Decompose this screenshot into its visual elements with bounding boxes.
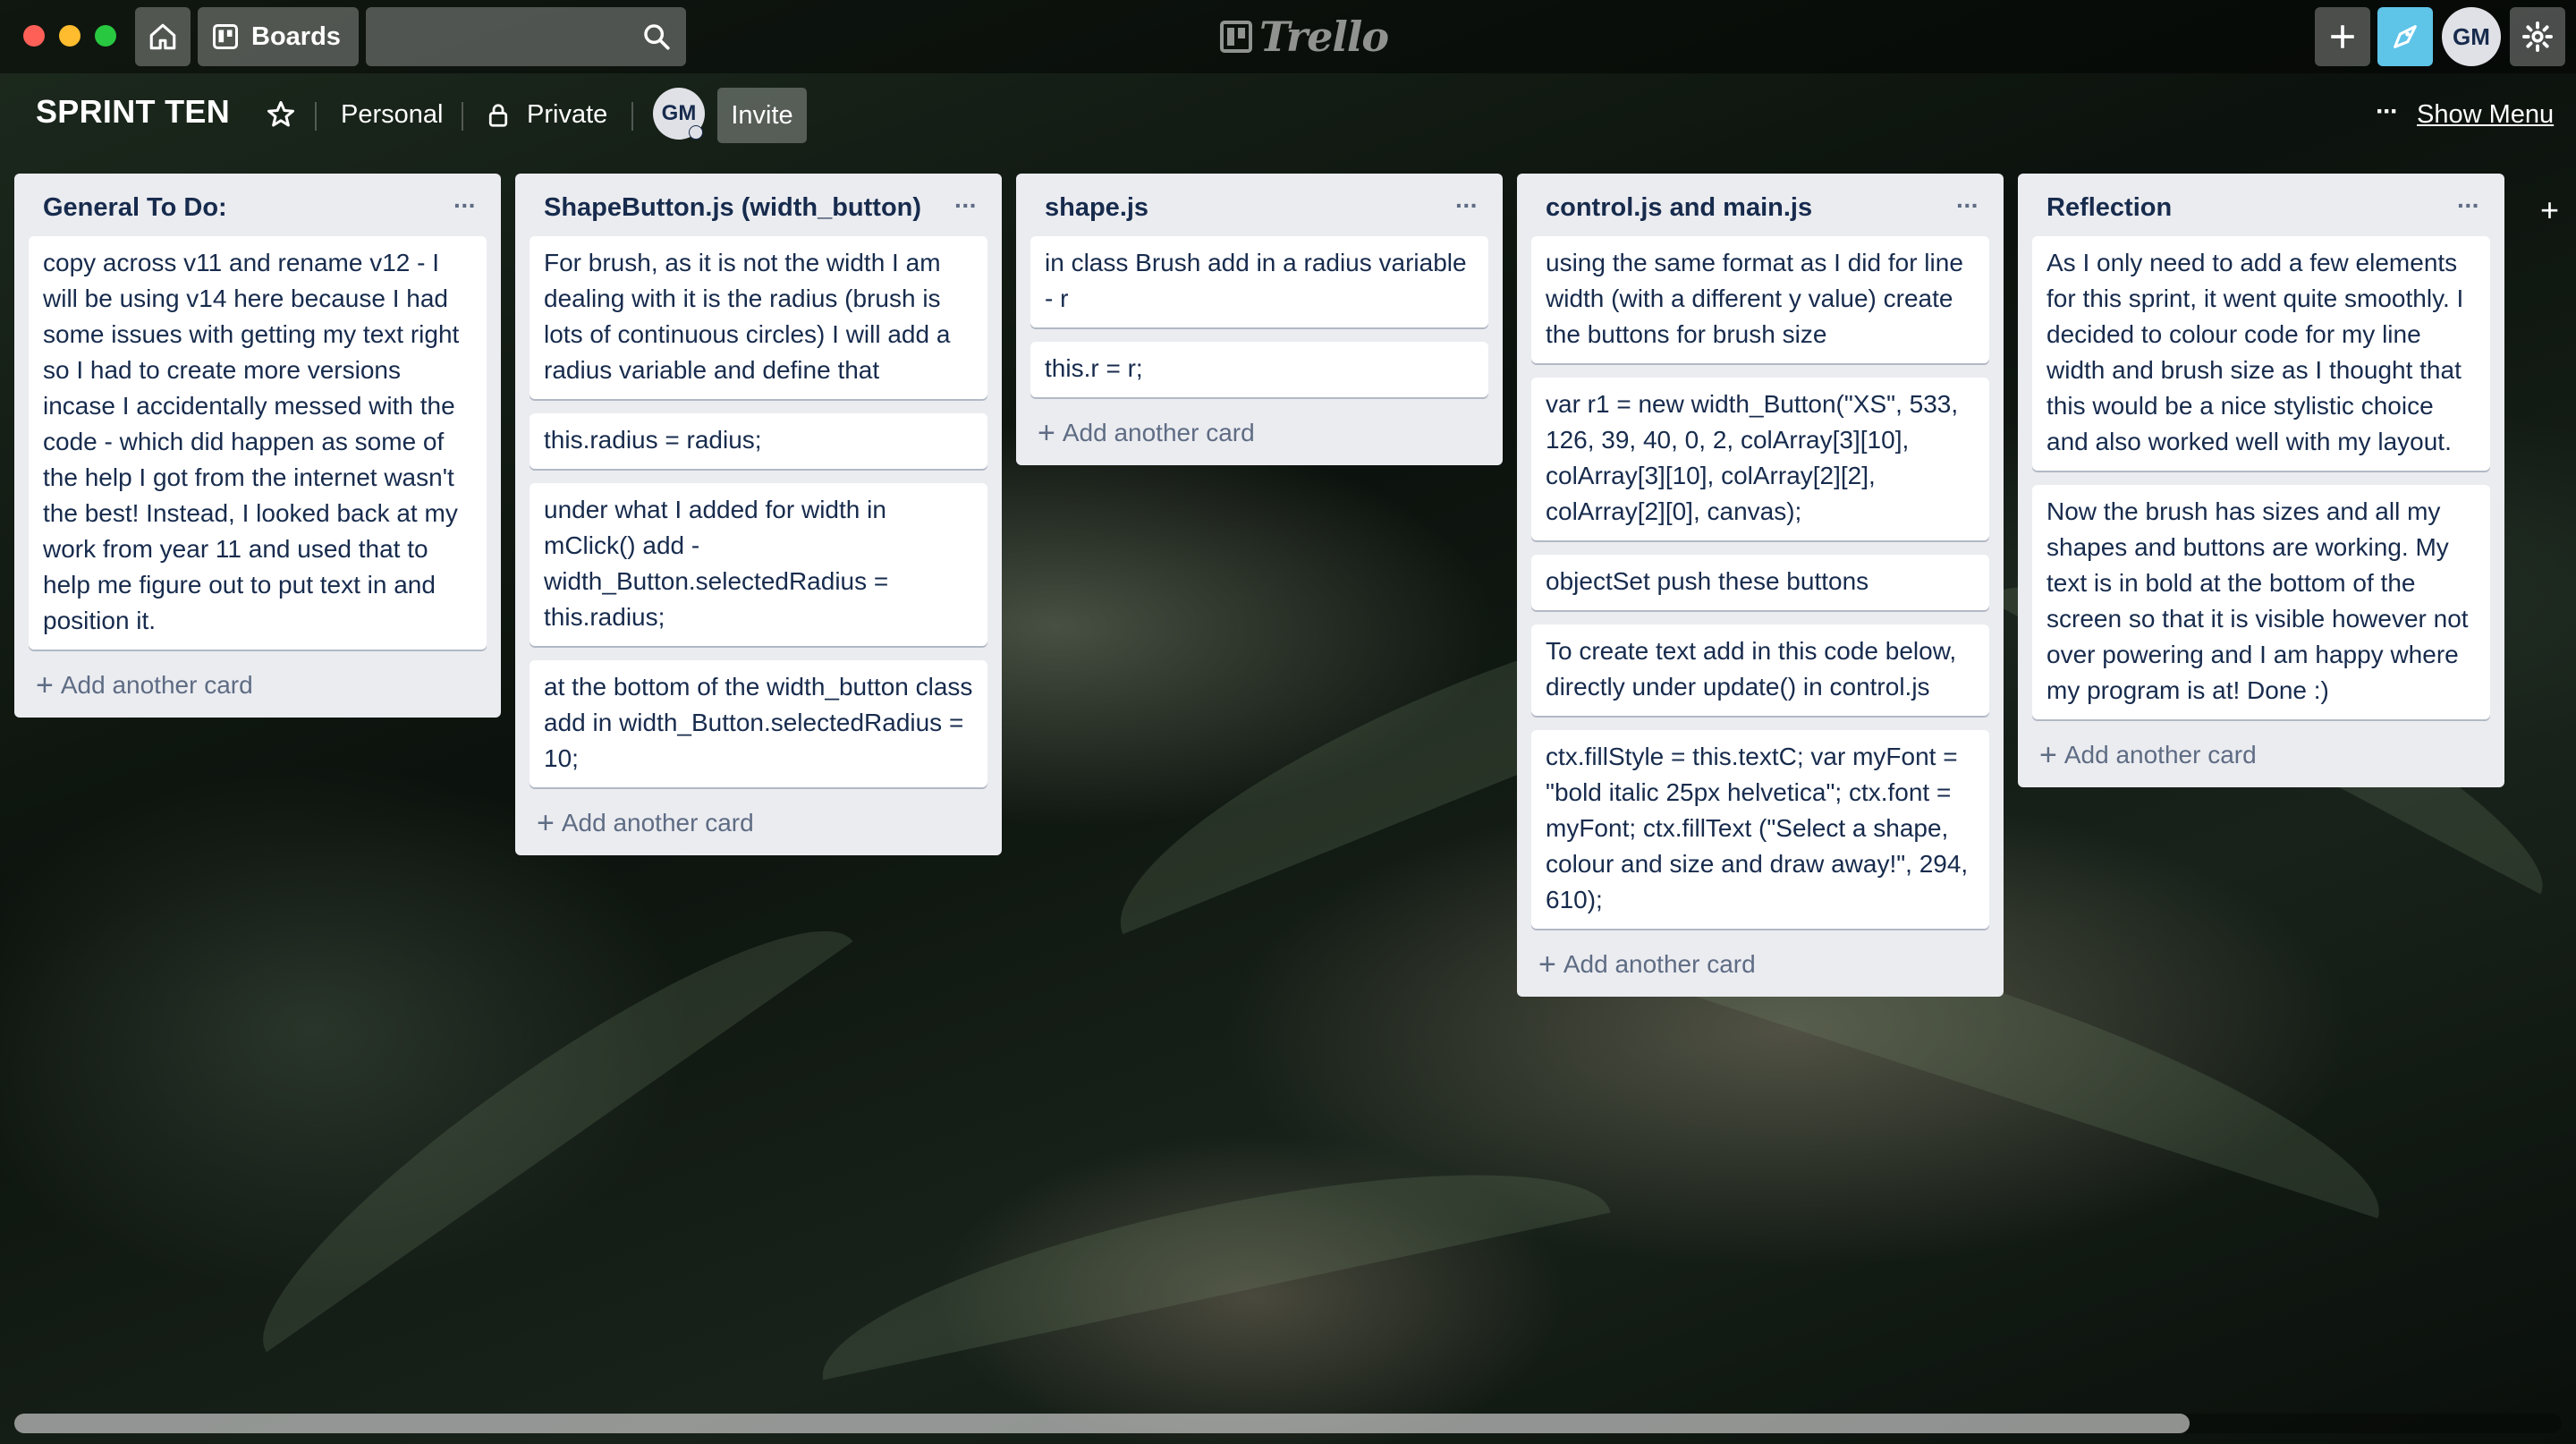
card[interactable]: Now the brush has sizes and all my shape…	[2032, 485, 2490, 719]
more-icon[interactable]: ···	[2376, 97, 2399, 127]
add-card-button[interactable]: + Add another card	[1531, 943, 1989, 986]
trello-logo-text: Trello	[1259, 13, 1389, 61]
add-card-button[interactable]: + Add another card	[530, 802, 987, 845]
add-list-button[interactable]: +	[2540, 191, 2559, 229]
create-button[interactable]	[2315, 7, 2370, 66]
board-title[interactable]: SPRINT TEN	[36, 93, 230, 131]
card[interactable]: this.r = r;	[1030, 342, 1488, 397]
search-icon	[644, 24, 670, 50]
header-divider	[631, 102, 633, 131]
tips-button[interactable]	[2377, 7, 2433, 66]
plus-icon: +	[537, 806, 555, 840]
plus-icon: +	[2039, 738, 2057, 772]
add-card-label: Add another card	[561, 809, 754, 837]
card[interactable]: this.radius = radius;	[530, 413, 987, 469]
lock-icon	[488, 104, 508, 127]
card[interactable]: objectSet push these buttons	[1531, 555, 1989, 610]
search-input[interactable]	[366, 7, 686, 66]
gear-icon	[2522, 21, 2553, 52]
trello-logo[interactable]: Trello	[1220, 13, 1389, 61]
list-header[interactable]: General To Do: ···	[29, 174, 487, 236]
add-card-label: Add another card	[2063, 741, 2257, 769]
board-team-button[interactable]: Personal	[341, 100, 443, 130]
plus-icon: +	[2540, 191, 2560, 228]
window-zoom-button[interactable]	[95, 25, 116, 47]
list-header[interactable]: control.js and main.js ···	[1531, 174, 1989, 236]
add-card-label: Add another card	[1563, 950, 1756, 978]
trello-logo-icon	[1220, 21, 1252, 53]
boards-button[interactable]: Boards	[198, 7, 359, 66]
show-menu-button[interactable]: Show Menu	[2417, 100, 2554, 130]
more-icon[interactable]: ···	[954, 188, 978, 224]
card[interactable]: For brush, as it is not the width I am d…	[530, 236, 987, 399]
card[interactable]: ctx.fillStyle = this.textC; var myFont =…	[1531, 730, 1989, 929]
star-icon[interactable]	[265, 98, 297, 131]
list-header[interactable]: Reflection ···	[2032, 174, 2490, 236]
list-header[interactable]: ShapeButton.js (width_button) ···	[530, 174, 987, 236]
home-button[interactable]	[135, 7, 191, 66]
board-visibility-button[interactable]: Private	[527, 100, 607, 130]
board-member-initials: GM	[661, 101, 697, 125]
list-shape-js: shape.js ··· in class Brush add in a rad…	[1016, 174, 1503, 465]
card[interactable]: at the bottom of the width_button class …	[530, 660, 987, 787]
invite-button[interactable]: Invite	[717, 88, 807, 143]
board-member-avatar[interactable]: GM	[653, 88, 705, 140]
card[interactable]: under what I added for width in mClick()…	[530, 483, 987, 646]
settings-button[interactable]	[2510, 7, 2565, 66]
add-card-button[interactable]: + Add another card	[2032, 734, 2490, 777]
card[interactable]: var r1 = new width_Button("XS", 533, 126…	[1531, 378, 1989, 540]
header-divider	[315, 102, 317, 131]
plus-icon: +	[36, 668, 54, 702]
top-navigation-bar: Boards Trello GM	[0, 0, 2576, 73]
card[interactable]: As I only need to add a few elements for…	[2032, 236, 2490, 471]
add-card-label: Add another card	[60, 671, 253, 699]
list-title[interactable]: General To Do:	[43, 193, 227, 222]
card[interactable]: using the same format as I did for line …	[1531, 236, 1989, 363]
user-avatar[interactable]: GM	[2442, 7, 2501, 66]
add-card-label: Add another card	[1062, 419, 1255, 446]
more-icon[interactable]: ···	[2457, 188, 2480, 224]
admin-badge-icon	[689, 125, 703, 140]
board-icon	[213, 24, 238, 49]
list-reflection: Reflection ··· As I only need to add a f…	[2018, 174, 2504, 787]
card[interactable]: To create text add in this code below, d…	[1531, 624, 1989, 716]
plus-icon	[2331, 25, 2354, 48]
plus-icon: +	[1538, 947, 1556, 981]
list-title[interactable]: shape.js	[1045, 193, 1148, 222]
plus-icon: +	[1038, 416, 1055, 450]
list-title[interactable]: control.js and main.js	[1546, 193, 1812, 222]
home-icon	[149, 23, 176, 50]
add-card-button[interactable]: + Add another card	[29, 664, 487, 707]
list-general-to-do: General To Do: ··· copy across v11 and r…	[14, 174, 501, 718]
list-shapebutton: ShapeButton.js (width_button) ··· For br…	[515, 174, 1002, 855]
list-title[interactable]: Reflection	[2046, 193, 2172, 222]
window-close-button[interactable]	[23, 25, 45, 47]
boards-label: Boards	[251, 21, 341, 51]
more-icon[interactable]: ···	[1956, 188, 1979, 224]
list-control-main: control.js and main.js ··· using the sam…	[1517, 174, 2004, 997]
board-header: SPRINT TEN Personal Private GM Invite ··…	[0, 82, 2576, 150]
tip-icon	[2394, 25, 2417, 48]
list-header[interactable]: shape.js ···	[1030, 174, 1488, 236]
add-card-button[interactable]: + Add another card	[1030, 412, 1488, 454]
more-icon[interactable]: ···	[453, 188, 477, 224]
card[interactable]: copy across v11 and rename v12 - I will …	[29, 236, 487, 650]
horizontal-scrollbar-thumb[interactable]	[14, 1414, 2190, 1433]
list-title[interactable]: ShapeButton.js (width_button)	[544, 193, 921, 222]
board-canvas: General To Do: ··· copy across v11 and r…	[0, 174, 2576, 1399]
card[interactable]: in class Brush add in a radius variable …	[1030, 236, 1488, 327]
more-icon[interactable]: ···	[1455, 188, 1479, 224]
window-minimize-button[interactable]	[59, 25, 80, 47]
header-divider	[462, 102, 463, 131]
